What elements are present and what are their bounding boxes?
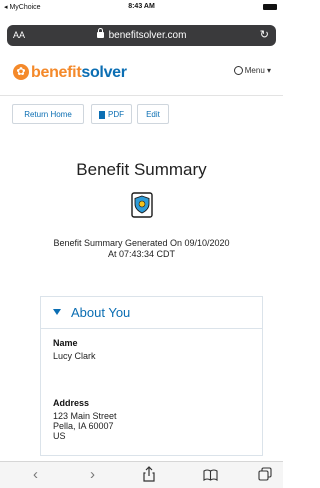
address-line-1: 123 Main Street [53, 411, 117, 421]
logo-mark-icon: ✿ [13, 64, 29, 80]
lock-icon [96, 28, 104, 38]
status-bar: ◂ MyChoice 8:43 AM [0, 0, 283, 14]
benefit-document-icon [131, 192, 153, 223]
pdf-button-label: PDF [108, 110, 124, 119]
tabs-icon[interactable] [258, 467, 272, 486]
address-label: Address [53, 398, 90, 408]
page-title: Benefit Summary [76, 160, 207, 179]
url-label: benefitsolver.com [108, 30, 187, 41]
about-you-header[interactable]: About You [41, 297, 262, 329]
reload-icon[interactable]: ↻ [260, 28, 269, 41]
address-line-3: US [53, 431, 66, 441]
address-bar[interactable]: AA benefitsolver.com ↻ [7, 25, 276, 46]
url-text[interactable]: benefitsolver.com [7, 28, 276, 41]
clock: 8:43 AM [128, 3, 155, 10]
return-home-button[interactable]: Return Home [12, 104, 84, 124]
about-you-panel: About You Name Lucy Clark Address 123 Ma… [40, 296, 263, 456]
user-icon [233, 66, 243, 76]
generated-line-2: At 07:43:34 CDT [107, 249, 176, 259]
battery-icon [263, 4, 277, 10]
forward-icon[interactable]: › [90, 466, 95, 483]
logo-text-benefit: benefit [31, 64, 82, 81]
pdf-file-icon [99, 110, 105, 119]
browser-toolbar: ‹ › [0, 461, 283, 488]
name-value: Lucy Clark [53, 351, 96, 361]
back-icon[interactable]: ‹ [33, 466, 38, 483]
pdf-button[interactable]: PDF [91, 104, 132, 124]
edit-button[interactable]: Edit [137, 104, 169, 124]
share-icon[interactable] [143, 466, 155, 487]
address-line-2: Pella, IA 60007 [53, 421, 114, 431]
name-label: Name [53, 338, 78, 348]
menu-button[interactable]: Menu ▾ [233, 66, 271, 76]
about-you-title: About You [71, 305, 131, 320]
bookmarks-icon[interactable] [203, 468, 218, 486]
generated-line-1: Benefit Summary Generated On 09/10/2020 [53, 238, 230, 248]
logo-text-solver: solver [81, 64, 127, 81]
site-header: ✿ benefitsolver Menu ▾ [0, 50, 283, 96]
menu-label: Menu ▾ [244, 66, 271, 75]
generated-timestamp: Benefit Summary Generated On 09/10/2020 … [20, 238, 263, 260]
chevron-down-icon [53, 309, 61, 315]
